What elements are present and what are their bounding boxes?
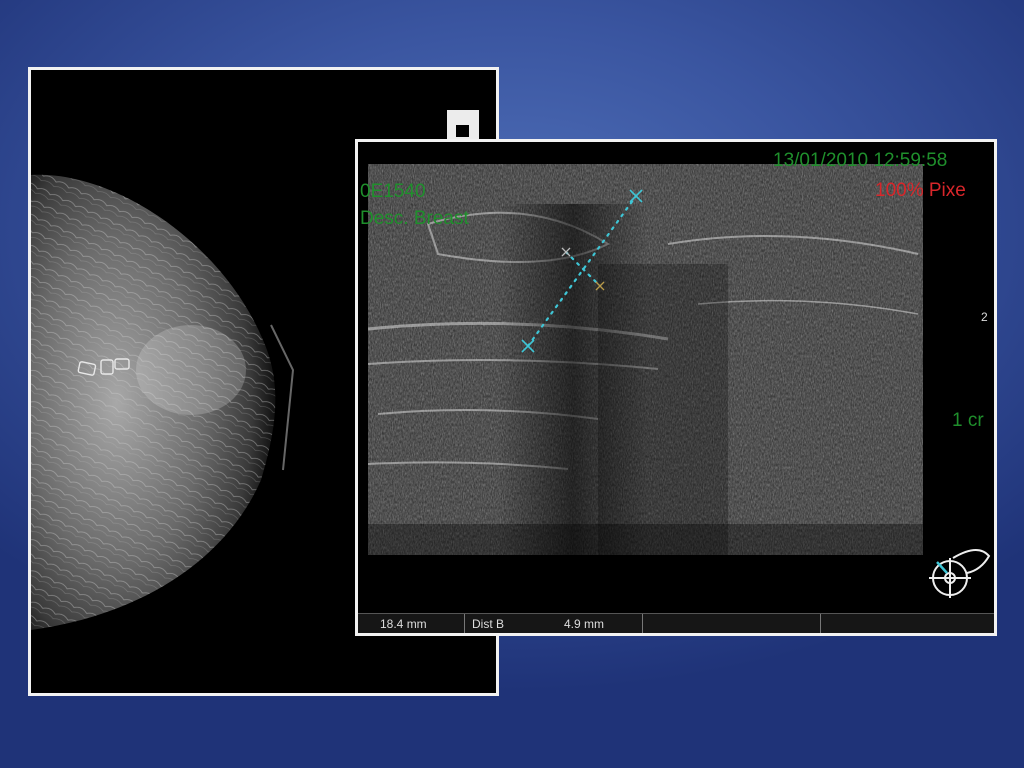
- measurement-bar: 18.4 mm Dist B 4.9 mm: [358, 613, 994, 633]
- measurement-a-value: 18.4 mm: [380, 617, 427, 631]
- probe-orientation-icon: [929, 549, 991, 598]
- measurement-b-value: 4.9 mm: [564, 617, 605, 631]
- patient-id-label: 0E1540: [360, 181, 426, 202]
- measurement-b-label: Dist B: [472, 617, 505, 631]
- datetime-label: 13/01/2010 12:59:58: [773, 150, 948, 171]
- ultrasound-panel: 13/01/2010 12:59:58 0E1540 Desc. Breast …: [355, 139, 997, 636]
- depth-scale-label: 1 cr: [952, 410, 984, 431]
- zoom-label: 100% Pixe: [875, 180, 966, 201]
- side-number-label: 2: [981, 310, 988, 324]
- exam-description-label: Desc. Breast: [360, 208, 469, 229]
